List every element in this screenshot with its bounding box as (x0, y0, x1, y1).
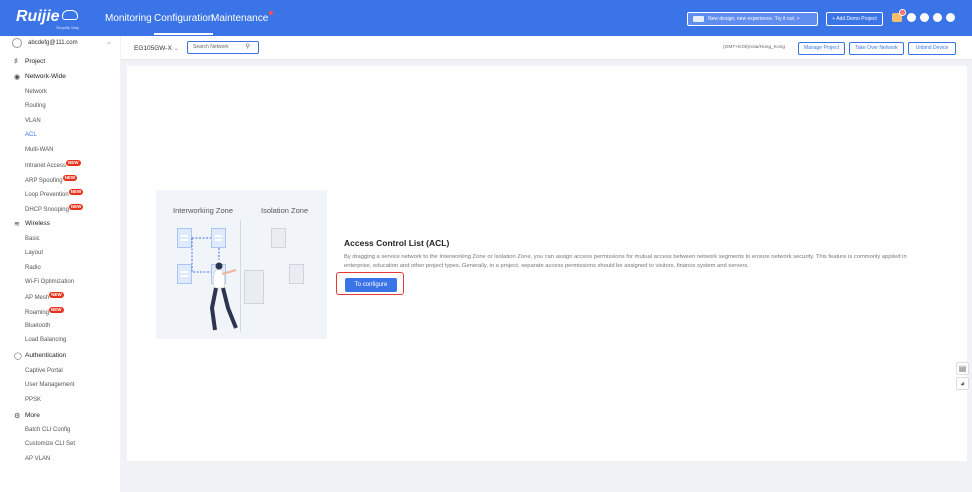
top-bar: Ruijie Simplify Way Monitoring Configura… (0, 0, 972, 36)
promo-arrow-icon: > (796, 16, 800, 22)
device-name: EG105GW-X (134, 45, 172, 52)
group-label: Authentication (25, 352, 67, 359)
sidebar-group-more[interactable]: ⚙ More (14, 412, 40, 420)
sidebar-item-network[interactable]: Network (25, 89, 47, 95)
device-selector[interactable]: EG105GW-X ⌄ (134, 44, 179, 52)
sidebar-item-project[interactable]: ♯ Project (14, 58, 46, 65)
new-badge: NEW (49, 307, 64, 313)
acl-title: Access Control List (ACL) (344, 238, 450, 248)
new-badge: NEW (68, 189, 84, 195)
logo-subtitle: Simplify Way (56, 25, 79, 30)
sidebar-item-user-management[interactable]: User Management (25, 382, 74, 388)
sidebar-item-multi-wan[interactable]: Multi-WAN (25, 147, 53, 153)
sidebar-item-ap-vlan[interactable]: AP VLAN (25, 456, 50, 462)
sidebar-item-routing[interactable]: Routing (25, 103, 46, 109)
logo-text: Ruijie (16, 8, 60, 25)
settings-icon[interactable] (933, 13, 942, 22)
group-label: Wireless (25, 220, 50, 227)
to-configure-button[interactable]: To configure (345, 278, 397, 292)
nav-configuration[interactable]: Configuration (154, 13, 214, 35)
item-label: ARP Spoofing (25, 178, 63, 184)
sidebar-item-ap-mesh[interactable]: AP MeshNEW (25, 292, 64, 301)
avatar-icon (12, 38, 22, 48)
sidebar-item-wifi-optimization[interactable]: Wi-Fi Optimization (25, 279, 74, 285)
item-label: Roaming (25, 310, 50, 316)
sidebar-item-bluetooth[interactable]: Bluetooth (25, 323, 50, 329)
sidebar-item-ppsk[interactable]: PPSK (25, 397, 41, 403)
item-label: AP Mesh (25, 295, 50, 301)
sidebar-item-layout[interactable]: Layout (25, 250, 43, 256)
item-label: Intranet Access (25, 163, 67, 169)
sidebar: abcdefg@111.com ⌄ ♯ Project ◉ Network-Wide… (0, 36, 120, 492)
item-label: Loop Prevention (25, 192, 69, 198)
new-badge: NEW (68, 204, 84, 210)
new-badge: NEW (62, 175, 78, 181)
more-gear-icon: ⚙ (14, 413, 21, 420)
notification-dot (269, 11, 274, 15)
sidebar-project-label: Project (25, 58, 46, 65)
notification-badge: 5 (899, 9, 906, 16)
nav-maintenance[interactable]: Maintenance (211, 11, 274, 24)
sidebar-item-loop-prevention[interactable]: Loop PreventionNEW (25, 189, 84, 198)
timezone-label: (GMT+8:00)Asia/Hong_Kong (723, 45, 785, 50)
message-icon[interactable] (907, 13, 916, 22)
search-network-input[interactable]: Search Network ⚲ (187, 41, 259, 54)
shield-icon: ◯ (14, 353, 22, 360)
sidebar-item-acl[interactable]: ACL (25, 132, 37, 138)
sidebar-item-customize-cli-set[interactable]: Customize CLI Set (25, 441, 75, 447)
sidebar-group-wireless[interactable]: ≋ Wireless (14, 220, 50, 228)
banner-flag-icon (693, 16, 704, 22)
cloud-icon (61, 10, 78, 20)
headset-icon[interactable]: ◕ (956, 377, 969, 390)
promo-text: New design, new experience. Try it out. (708, 16, 796, 22)
search-placeholder: Search Network (193, 44, 229, 50)
add-demo-project-button[interactable]: + Add Demo Project (826, 12, 883, 26)
sidebar-item-dhcp-snooping[interactable]: DHCP SnoopingNEW (25, 204, 84, 213)
new-badge: NEW (66, 160, 81, 166)
ruijie-logo[interactable]: Ruijie Simplify Way (16, 8, 79, 30)
sidebar-item-roaming[interactable]: RoamingNEW (25, 307, 64, 316)
chevron-down-icon: ⌄ (173, 45, 180, 52)
new-design-banner[interactable]: New design, new experience. Try it out. … (687, 12, 818, 26)
sidebar-group-network-wide[interactable]: ◉ Network-Wide (14, 73, 66, 81)
help-icon[interactable] (920, 13, 929, 22)
nav-monitoring[interactable]: Monitoring (105, 13, 152, 24)
sidebar-item-vlan[interactable]: VLAN (25, 118, 41, 124)
acl-illustration: Interworking Zone Isolation Zone (156, 190, 327, 339)
sidebar-item-arp-spoofing[interactable]: ARP SpoofingNEW (25, 175, 78, 184)
globe-icon: ◉ (14, 74, 21, 81)
manage-project-button[interactable]: Manage Project (798, 42, 845, 55)
network-toolbar: EG105GW-X ⌄ Search Network ⚲ (GMT+8:00)A… (121, 36, 972, 60)
project-icon: ♯ (14, 58, 18, 65)
take-over-network-button[interactable]: Take Over Network (849, 42, 904, 55)
wifi-icon: ≋ (14, 221, 20, 228)
new-badge: NEW (49, 292, 64, 298)
sidebar-group-authentication[interactable]: ◯ Authentication (14, 352, 67, 360)
group-label: Network-Wide (25, 73, 66, 80)
nav-maintenance-label: Maintenance (211, 13, 269, 24)
item-label: DHCP Snooping (25, 207, 69, 213)
sidebar-item-intranet-access[interactable]: Intranet AccessNEW (25, 160, 81, 169)
sidebar-item-basic[interactable]: Basic (25, 236, 40, 242)
sidebar-item-radio[interactable]: Radio (25, 265, 41, 271)
feedback-icon[interactable]: ▤ (956, 362, 969, 375)
user-icon[interactable] (946, 13, 955, 22)
sidebar-item-captive-portal[interactable]: Captive Portal (25, 368, 63, 374)
acl-description: By dragging a service network to the Int… (344, 254, 907, 269)
search-icon: ⚲ (245, 44, 250, 50)
person-figure-icon (191, 237, 238, 331)
sidebar-item-batch-cli-config[interactable]: Batch CLI Config (25, 427, 70, 433)
unbind-device-button[interactable]: Unbind Device (908, 42, 956, 55)
group-label: More (25, 412, 40, 419)
account-email: abcdefg@111.com (28, 40, 78, 46)
account-selector[interactable]: abcdefg@111.com ⌄ (0, 36, 120, 54)
chevron-down-icon: ⌄ (106, 39, 112, 46)
sidebar-item-load-balancing[interactable]: Load Balancing (25, 337, 66, 343)
